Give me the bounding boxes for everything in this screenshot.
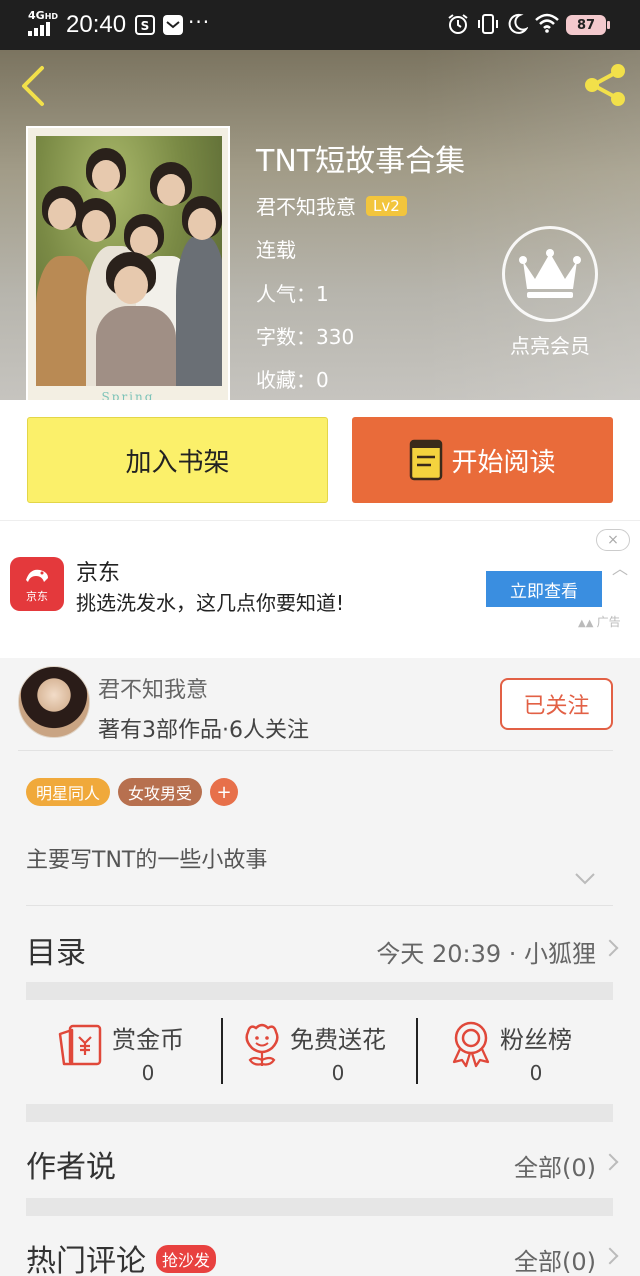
status-time: 20:40	[66, 11, 127, 38]
book-cover[interactable]: Spring	[26, 126, 230, 416]
author-level-badge: Lv2	[366, 195, 407, 216]
chevron-right-icon	[601, 939, 619, 957]
vibrate-icon	[478, 14, 498, 34]
hot-comments-all[interactable]: 全部(0)	[514, 1242, 596, 1276]
wifi-icon	[535, 13, 559, 33]
popularity-label: 人气：	[256, 282, 316, 306]
status-bar: 4GHD 20:40 S ··· 87	[0, 0, 640, 50]
section-divider	[26, 982, 613, 1000]
battery-indicator: 87	[566, 15, 610, 35]
favorites-value: 0	[316, 368, 329, 392]
words-label: 字数：	[256, 325, 316, 349]
author-stats: 著有3部作品·6人关注	[98, 718, 309, 743]
author-says-row[interactable]: 作者说 全部(0)	[0, 1122, 640, 1202]
book-icon	[410, 439, 443, 481]
ad-description: 挑选洗发水，这几点你要知道!	[76, 591, 345, 615]
author-says-all[interactable]: 全部(0)	[514, 1148, 596, 1183]
divider	[18, 750, 613, 751]
free-flower-value: 0	[331, 1061, 345, 1085]
grab-sofa-badge[interactable]: 抢沙发	[156, 1244, 217, 1273]
fan-ranking-button[interactable]: 粉丝榜 0	[450, 1020, 572, 1085]
crown-icon	[502, 226, 598, 322]
cover-photo	[36, 136, 222, 386]
start-reading-label: 开始阅读	[451, 447, 556, 478]
tag-item[interactable]: 明星同人	[26, 778, 111, 806]
reward-coins-value: 0	[141, 1061, 155, 1085]
add-to-shelf-button[interactable]: 加入书架	[27, 417, 328, 503]
message-notification-icon	[163, 15, 183, 35]
book-author-name[interactable]: 君不知我意	[256, 191, 356, 220]
more-notifications-icon: ···	[188, 10, 211, 34]
book-status: 连载	[256, 238, 296, 262]
share-icon[interactable]	[580, 60, 630, 110]
ad-banner[interactable]: × ︿ 京东 京东 挑选洗发水，这几点你要知道! 立即查看 ▲▲ 广告	[0, 520, 640, 658]
book-word-count: 字数：330	[256, 321, 354, 350]
flower-icon	[245, 1023, 279, 1066]
favorites-label: 收藏：	[256, 368, 316, 392]
reward-coin-icon	[58, 1024, 102, 1066]
chevron-right-icon	[601, 1153, 619, 1171]
author-says-title: 作者说	[26, 1150, 116, 1185]
vip-label: 点亮会员	[510, 334, 590, 358]
book-popularity: 人气：1	[256, 278, 329, 307]
do-not-disturb-moon-icon	[508, 13, 528, 34]
network-type: 4GHD	[28, 9, 59, 22]
catalog-title: 目录	[26, 936, 86, 971]
book-author-row: 君不知我意 Lv2	[256, 191, 407, 220]
add-tag-button[interactable]: +	[210, 778, 239, 806]
tag-list: 明星同人 女攻男受 +	[26, 778, 239, 806]
back-chevron-icon[interactable]	[16, 64, 52, 108]
app-notification-icon: S	[135, 15, 155, 35]
book-introduction: 主要写TNT的一些小故事	[26, 848, 268, 873]
free-flower-label: 免费送花	[290, 1026, 386, 1054]
jd-logo-icon[interactable]: 京东	[10, 557, 64, 611]
start-reading-button[interactable]: 开始阅读	[352, 417, 613, 503]
reward-coins-label: 赏金币	[112, 1026, 184, 1054]
section-divider	[26, 1104, 613, 1122]
hot-comments-title: 热门评论 抢沙发	[26, 1236, 217, 1276]
words-value: 330	[316, 325, 355, 349]
hot-comments-row[interactable]: 热门评论 抢沙发 全部(0)	[0, 1216, 640, 1276]
hot-comments-label: 热门评论	[26, 1244, 146, 1276]
free-flower-button[interactable]: 免费送花 0	[242, 1020, 386, 1085]
signal-icon	[28, 22, 50, 36]
fan-ranking-label: 粉丝榜	[500, 1026, 572, 1054]
ad-view-button[interactable]: 立即查看	[486, 571, 602, 607]
book-favorites: 收藏：0	[256, 364, 329, 393]
action-bar: 加入书架 开始阅读	[0, 400, 640, 520]
author-avatar[interactable]	[18, 666, 90, 738]
medal-icon	[452, 1021, 490, 1068]
vip-membership-button[interactable]: 点亮会员	[500, 226, 600, 359]
reward-coins-button[interactable]: 赏金币 0	[56, 1020, 184, 1085]
ad-collapse-chevron-icon[interactable]: ︿	[612, 555, 628, 579]
tag-item[interactable]: 女攻男受	[118, 778, 203, 806]
ad-close-icon[interactable]: ×	[596, 529, 630, 551]
fan-ranking-value: 0	[529, 1061, 543, 1085]
author-name[interactable]: 君不知我意	[98, 672, 208, 704]
author-card: 君不知我意 著有3部作品·6人关注 已关注	[0, 658, 640, 750]
chevron-right-icon	[601, 1247, 619, 1265]
ad-label: ▲▲ 广告	[578, 615, 621, 629]
book-title: TNT短故事合集	[256, 144, 466, 179]
catalog-row[interactable]: 目录 今天 20:39 · 小狐狸	[0, 906, 640, 986]
alarm-icon	[448, 14, 468, 34]
support-stats: 赏金币 0 免费送花 0 粉丝榜 0	[0, 1000, 640, 1104]
ad-brand: 京东	[76, 561, 121, 586]
svg-text:S: S	[141, 19, 150, 33]
popularity-value: 1	[316, 282, 329, 306]
catalog-latest-update: 今天 20:39 · 小狐狸	[376, 940, 596, 968]
section-divider	[26, 1198, 613, 1216]
expand-chevron-down-icon[interactable]	[574, 872, 596, 886]
following-button[interactable]: 已关注	[500, 678, 613, 730]
